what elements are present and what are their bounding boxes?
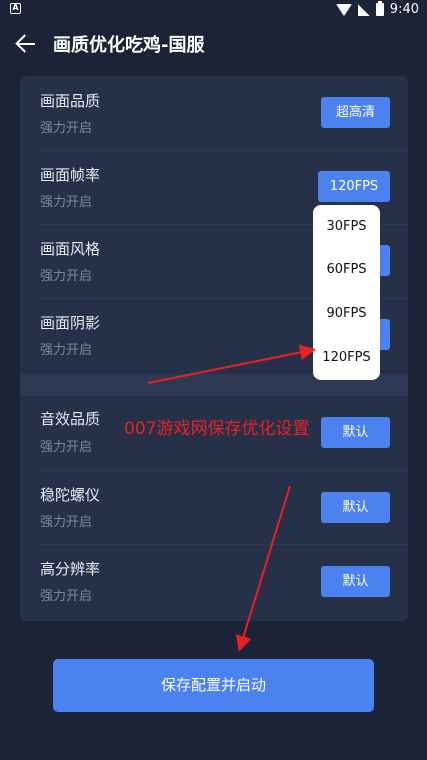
save-and-launch-button[interactable]: 保存配置并启动 <box>53 659 374 712</box>
setting-row-resolution: 高分辨率 强力开启 默认 <box>20 544 408 618</box>
setting-subtitle: 强力开启 <box>40 343 93 358</box>
setting-title: 画面帧率 <box>40 166 101 184</box>
battery-icon <box>375 1 384 16</box>
quality-select-button[interactable]: 超高清 <box>321 97 390 128</box>
setting-row-quality: 画面品质 强力开启 超高清 <box>20 76 408 150</box>
fps-option-60[interactable]: 60FPS <box>313 262 380 277</box>
fps-option-120[interactable]: 120FPS <box>313 350 380 365</box>
setting-subtitle: 强力开启 <box>40 195 93 210</box>
status-time: 9:40 <box>389 2 419 17</box>
setting-title: 画面品质 <box>40 92 101 110</box>
fps-dropdown: 30FPS 60FPS 90FPS 120FPS <box>313 205 380 380</box>
setting-subtitle: 强力开启 <box>40 269 93 284</box>
setting-title: 稳陀螺仪 <box>40 486 101 504</box>
setting-title: 画面风格 <box>40 240 101 258</box>
setting-subtitle: 强力开启 <box>40 121 93 136</box>
framerate-select-button[interactable]: 120FPS <box>318 171 390 202</box>
fps-option-90[interactable]: 90FPS <box>313 306 380 321</box>
gyro-select-button[interactable]: 默认 <box>321 492 390 523</box>
setting-title: 高分辨率 <box>40 560 101 578</box>
resolution-select-button[interactable]: 默认 <box>321 566 390 597</box>
setting-subtitle: 强力开启 <box>40 515 93 530</box>
app-header: 画质优化吃鸡-国服 <box>0 22 427 66</box>
status-bar: A 9:40 <box>0 0 427 20</box>
page-title: 画质优化吃鸡-国服 <box>53 35 205 56</box>
fps-option-30[interactable]: 30FPS <box>313 219 380 234</box>
setting-title: 音效品质 <box>40 410 101 428</box>
status-icons: 9:40 <box>335 1 419 17</box>
setting-subtitle: 强力开启 <box>40 440 93 455</box>
back-arrow-icon[interactable] <box>15 33 37 55</box>
setting-title: 画面阴影 <box>40 314 101 332</box>
watermark-text: 007游戏网保存优化设置 <box>124 419 310 439</box>
audio-select-button[interactable]: 默认 <box>321 417 390 448</box>
signal-icon <box>357 3 370 16</box>
app-notification-icon: A <box>10 3 21 14</box>
wifi-icon <box>335 3 352 16</box>
setting-row-gyro: 稳陀螺仪 强力开启 默认 <box>20 470 408 544</box>
setting-subtitle: 强力开启 <box>40 589 93 604</box>
